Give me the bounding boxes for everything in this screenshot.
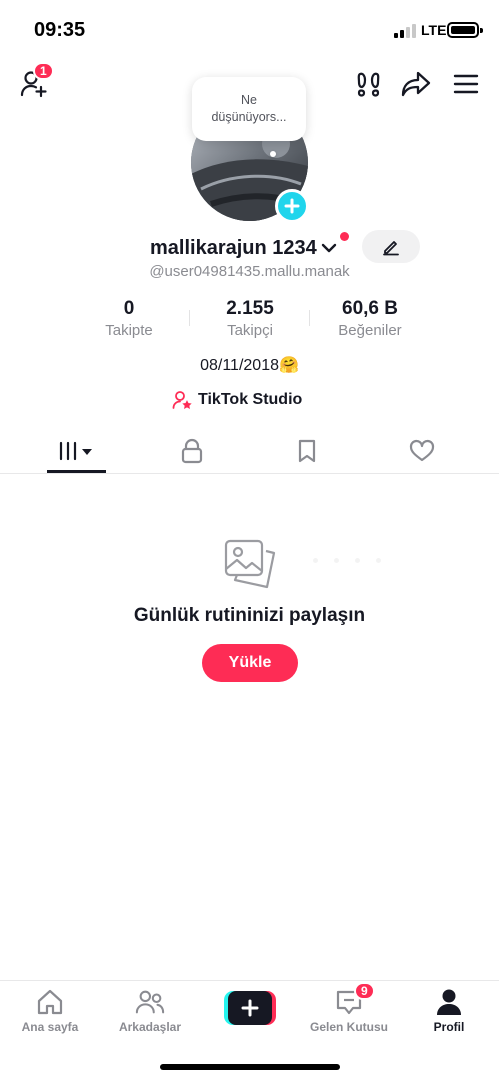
note-bubble-line2: düşünüyors... xyxy=(211,110,287,124)
loading-dots xyxy=(313,550,397,568)
tiktok-studio-link[interactable]: TikTok Studio xyxy=(172,389,302,411)
stat-value: 0 xyxy=(123,298,135,319)
tab-favorites[interactable] xyxy=(249,428,364,473)
nav-profile[interactable]: Profil xyxy=(399,987,499,1034)
battery-icon xyxy=(447,22,483,38)
inbox-badge: 9 xyxy=(354,982,375,1000)
pencil-icon xyxy=(383,240,399,255)
tab-private[interactable] xyxy=(134,428,249,473)
likes-stat[interactable]: 60,6 B Beğeniler xyxy=(310,297,430,339)
stat-label: Beğeniler xyxy=(338,322,402,339)
lock-icon xyxy=(181,438,202,463)
stat-value: 2.155 xyxy=(226,298,274,319)
menu-button[interactable] xyxy=(451,68,481,100)
nav-profile-label: Profil xyxy=(433,1020,465,1034)
avatar-add-story-button[interactable] xyxy=(275,189,309,223)
status-bar: 09:35 LTE xyxy=(0,0,499,56)
edit-profile-button[interactable] xyxy=(362,230,420,263)
share-profile-button[interactable] xyxy=(400,68,432,100)
home-indicator xyxy=(160,1064,340,1070)
profile-icon xyxy=(437,989,461,1015)
note-bubble-tail xyxy=(270,151,276,157)
note-bubble-line1: Ne xyxy=(241,93,257,107)
plus-icon xyxy=(241,999,259,1017)
nav-home[interactable]: Ana sayfa xyxy=(0,987,100,1034)
nav-inbox-label: Gelen Kutusu xyxy=(309,1020,388,1034)
content-tabs xyxy=(0,428,499,474)
followers-stat[interactable]: 2.155 Takipçi xyxy=(190,297,310,339)
grid-icon xyxy=(59,441,92,460)
notification-dot xyxy=(340,232,349,241)
profile-views-button[interactable] xyxy=(354,68,384,100)
footprint-icon xyxy=(357,72,380,97)
status-time: 09:35 xyxy=(34,19,86,41)
stat-label: Takipte xyxy=(105,322,153,339)
nav-friends-label: Arkadaşlar xyxy=(118,1020,182,1034)
username: @user04981435.mallu.manak xyxy=(149,263,350,280)
tab-videos[interactable] xyxy=(19,428,134,473)
note-bubble[interactable]: Ne düşünüyors... xyxy=(192,77,306,141)
home-icon xyxy=(37,989,63,1015)
active-tab-indicator xyxy=(47,470,106,473)
stat-label: Takipçi xyxy=(227,322,273,339)
empty-state-title: Günlük rutininizi paylaşın xyxy=(133,605,366,626)
create-button[interactable] xyxy=(224,991,276,1025)
friend-request-badge: 1 xyxy=(33,62,54,80)
stat-value: 60,6 B xyxy=(342,298,398,319)
photos-icon xyxy=(224,539,276,589)
share-arrow-icon xyxy=(401,71,431,97)
profile-bio: 08/11/2018🤗 xyxy=(200,357,299,374)
signal-icon xyxy=(394,24,416,38)
account-switcher[interactable]: mallikarajun 1234 xyxy=(150,234,337,262)
plus-icon xyxy=(284,198,300,214)
friends-icon xyxy=(135,990,165,1014)
tab-liked[interactable] xyxy=(364,428,479,473)
chevron-down-icon xyxy=(321,243,336,253)
nav-friends[interactable]: Arkadaşlar xyxy=(100,987,200,1034)
bookmark-icon xyxy=(298,439,315,462)
nav-home-label: Ana sayfa xyxy=(21,1020,79,1034)
following-stat[interactable]: 0 Takipte xyxy=(69,297,189,339)
upload-button[interactable]: Yükle xyxy=(202,644,298,682)
studio-person-star-icon xyxy=(172,391,192,409)
nav-inbox[interactable]: Gelen Kutusu xyxy=(299,987,399,1034)
display-name: mallikarajun 1234 xyxy=(150,236,317,259)
hamburger-menu-icon xyxy=(453,74,479,94)
heart-icon xyxy=(409,439,434,461)
studio-label: TikTok Studio xyxy=(198,391,303,408)
network-label: LTE xyxy=(421,22,447,38)
